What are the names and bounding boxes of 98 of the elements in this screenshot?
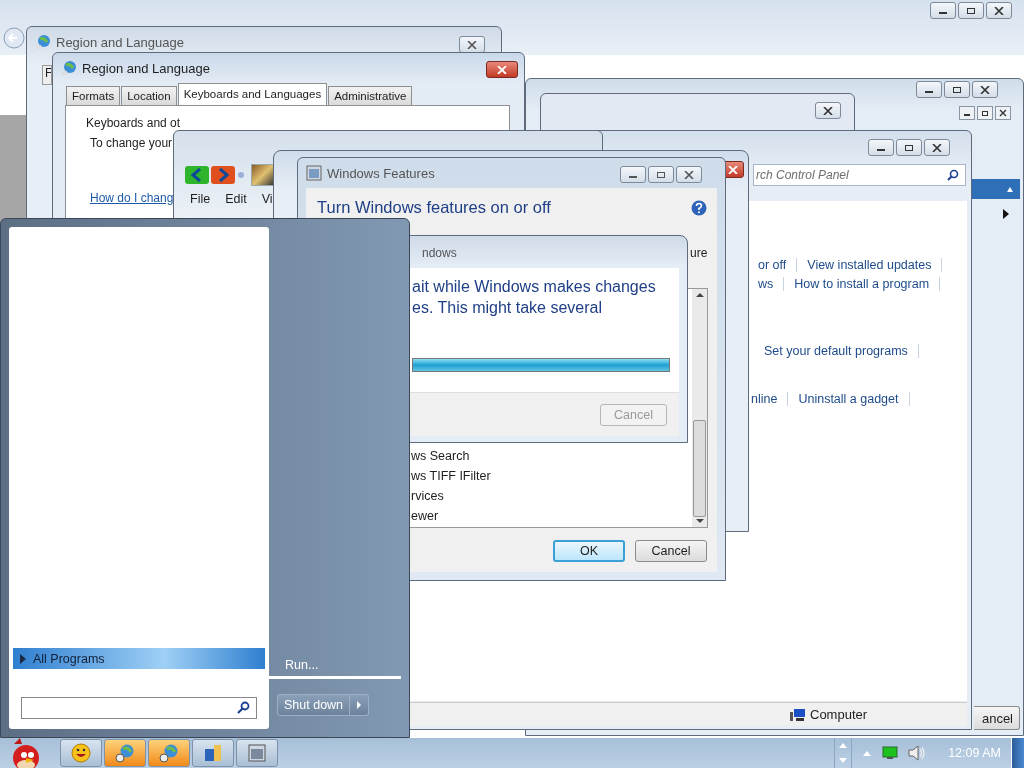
- show-desktop-button[interactable]: [1011, 738, 1024, 768]
- feature-item[interactable]: rvices: [411, 489, 692, 503]
- task-link[interactable]: or off: [758, 258, 787, 272]
- description-text: ure: [690, 246, 708, 260]
- task-link[interactable]: View installed updates: [807, 258, 932, 272]
- search-field[interactable]: [21, 697, 257, 719]
- shut-down-options-button[interactable]: [350, 694, 370, 716]
- minimize-button[interactable]: [868, 139, 894, 156]
- close-button[interactable]: [815, 102, 841, 119]
- search-icon[interactable]: [236, 701, 250, 715]
- task-link[interactable]: How to install a program: [794, 277, 930, 291]
- close-icon: [497, 65, 507, 74]
- close-icon: [728, 165, 738, 174]
- close-button[interactable]: [986, 2, 1012, 19]
- tab[interactable]: Administrative: [328, 86, 413, 105]
- globe-icon: [61, 60, 77, 76]
- restore-icon: [981, 109, 989, 117]
- message-text: ait while Windows makes changes: [412, 277, 657, 297]
- close-icon: [467, 40, 477, 49]
- taskbar-button[interactable]: [60, 739, 102, 767]
- feature-item[interactable]: ewer: [411, 509, 692, 523]
- close-button[interactable]: [676, 166, 702, 183]
- up-down-arrows-icon: [838, 741, 849, 765]
- help-link[interactable]: How do I chang: [90, 191, 174, 205]
- globe-icon: [35, 34, 51, 50]
- maximize-icon: [656, 170, 666, 179]
- tab[interactable]: Keyboards and Languages: [177, 83, 328, 105]
- arrow-icon: [356, 701, 363, 709]
- menu-item[interactable]: File: [190, 192, 211, 206]
- close-button[interactable]: [972, 81, 998, 98]
- window-title: Region and Language: [82, 60, 210, 76]
- menu-item[interactable]: Vi: [261, 192, 273, 206]
- speaker-icon[interactable]: [908, 745, 927, 761]
- all-programs-item[interactable]: All Programs: [13, 648, 265, 669]
- tab[interactable]: Location: [121, 86, 177, 105]
- maximize-icon: [952, 85, 962, 94]
- expand-icon[interactable]: [1002, 209, 1010, 219]
- taskbar-button[interactable]: [104, 739, 146, 767]
- scroll-up-icon[interactable]: [695, 292, 704, 298]
- maximize-icon: [904, 143, 914, 152]
- dialog-button[interactable]: OK: [553, 540, 625, 562]
- minimize-button[interactable]: [916, 81, 942, 98]
- minimize-button[interactable]: [930, 2, 956, 19]
- monitor-icon[interactable]: [882, 746, 899, 760]
- close-button[interactable]: [995, 106, 1011, 120]
- taskbar-button[interactable]: [192, 739, 234, 767]
- task-link[interactable]: Set your default programs: [764, 344, 908, 358]
- maximize-button[interactable]: [958, 2, 984, 19]
- window-title: ndows: [422, 246, 457, 260]
- feature-item[interactable]: ws Search: [411, 449, 692, 463]
- tab[interactable]: Formats: [66, 86, 121, 105]
- close-icon: [999, 109, 1007, 117]
- maximize-button[interactable]: [648, 166, 674, 183]
- help-icon[interactable]: [691, 199, 707, 216]
- window-icon: [203, 743, 223, 763]
- maximize-button[interactable]: [896, 139, 922, 156]
- message-text: es. This might take several: [412, 298, 603, 318]
- dialog-button[interactable]: Cancel: [635, 540, 707, 562]
- task-link[interactable]: ws: [758, 277, 774, 291]
- globe-icon: [115, 743, 135, 763]
- close-button[interactable]: [486, 61, 518, 78]
- taskbar-button[interactable]: [236, 739, 278, 767]
- close-icon: [823, 106, 833, 115]
- collapse-icon[interactable]: [1006, 185, 1014, 193]
- window-title: Region and Language: [56, 34, 184, 50]
- feature-item[interactable]: ws TIFF IFilter: [411, 469, 692, 483]
- globe-icon: [159, 743, 179, 763]
- close-icon: [684, 170, 694, 179]
- task-link[interactable]: nline: [751, 392, 778, 406]
- status-text: Computer: [810, 707, 868, 722]
- window-title: Windows Features: [327, 165, 435, 181]
- back-button[interactable]: [3, 27, 25, 49]
- dialog-heading: Turn Windows features on or off: [317, 198, 551, 217]
- scroll-thumb[interactable]: [693, 419, 706, 517]
- smiley-icon: [71, 743, 91, 763]
- taskbar-button[interactable]: [148, 739, 190, 767]
- scrollbar[interactable]: [692, 289, 707, 527]
- search-field[interactable]: rch Control Panel: [753, 164, 966, 186]
- body-text: To change your: [90, 136, 173, 150]
- menu-item[interactable]: Edit: [225, 192, 247, 206]
- group-label: Keyboards and ot: [86, 116, 181, 130]
- folder-icon: [251, 164, 275, 186]
- arrow-icon: [19, 652, 27, 665]
- close-icon: [980, 85, 990, 94]
- close-button[interactable]: [924, 139, 950, 156]
- maximize-button[interactable]: [944, 81, 970, 98]
- maximize-icon: [966, 6, 976, 15]
- task-link[interactable]: Uninstall a gadget: [798, 392, 899, 406]
- search-icon[interactable]: [947, 169, 959, 181]
- close-icon: [932, 143, 942, 152]
- picture-icon: [247, 743, 267, 763]
- computer-icon: [790, 707, 806, 722]
- minimize-button[interactable]: [620, 166, 646, 183]
- minimize-button[interactable]: [959, 106, 975, 120]
- window-icon: [306, 165, 322, 181]
- restore-button[interactable]: [977, 106, 993, 120]
- cancel-button[interactable]: ancel: [974, 706, 1020, 730]
- close-icon: [994, 6, 1004, 15]
